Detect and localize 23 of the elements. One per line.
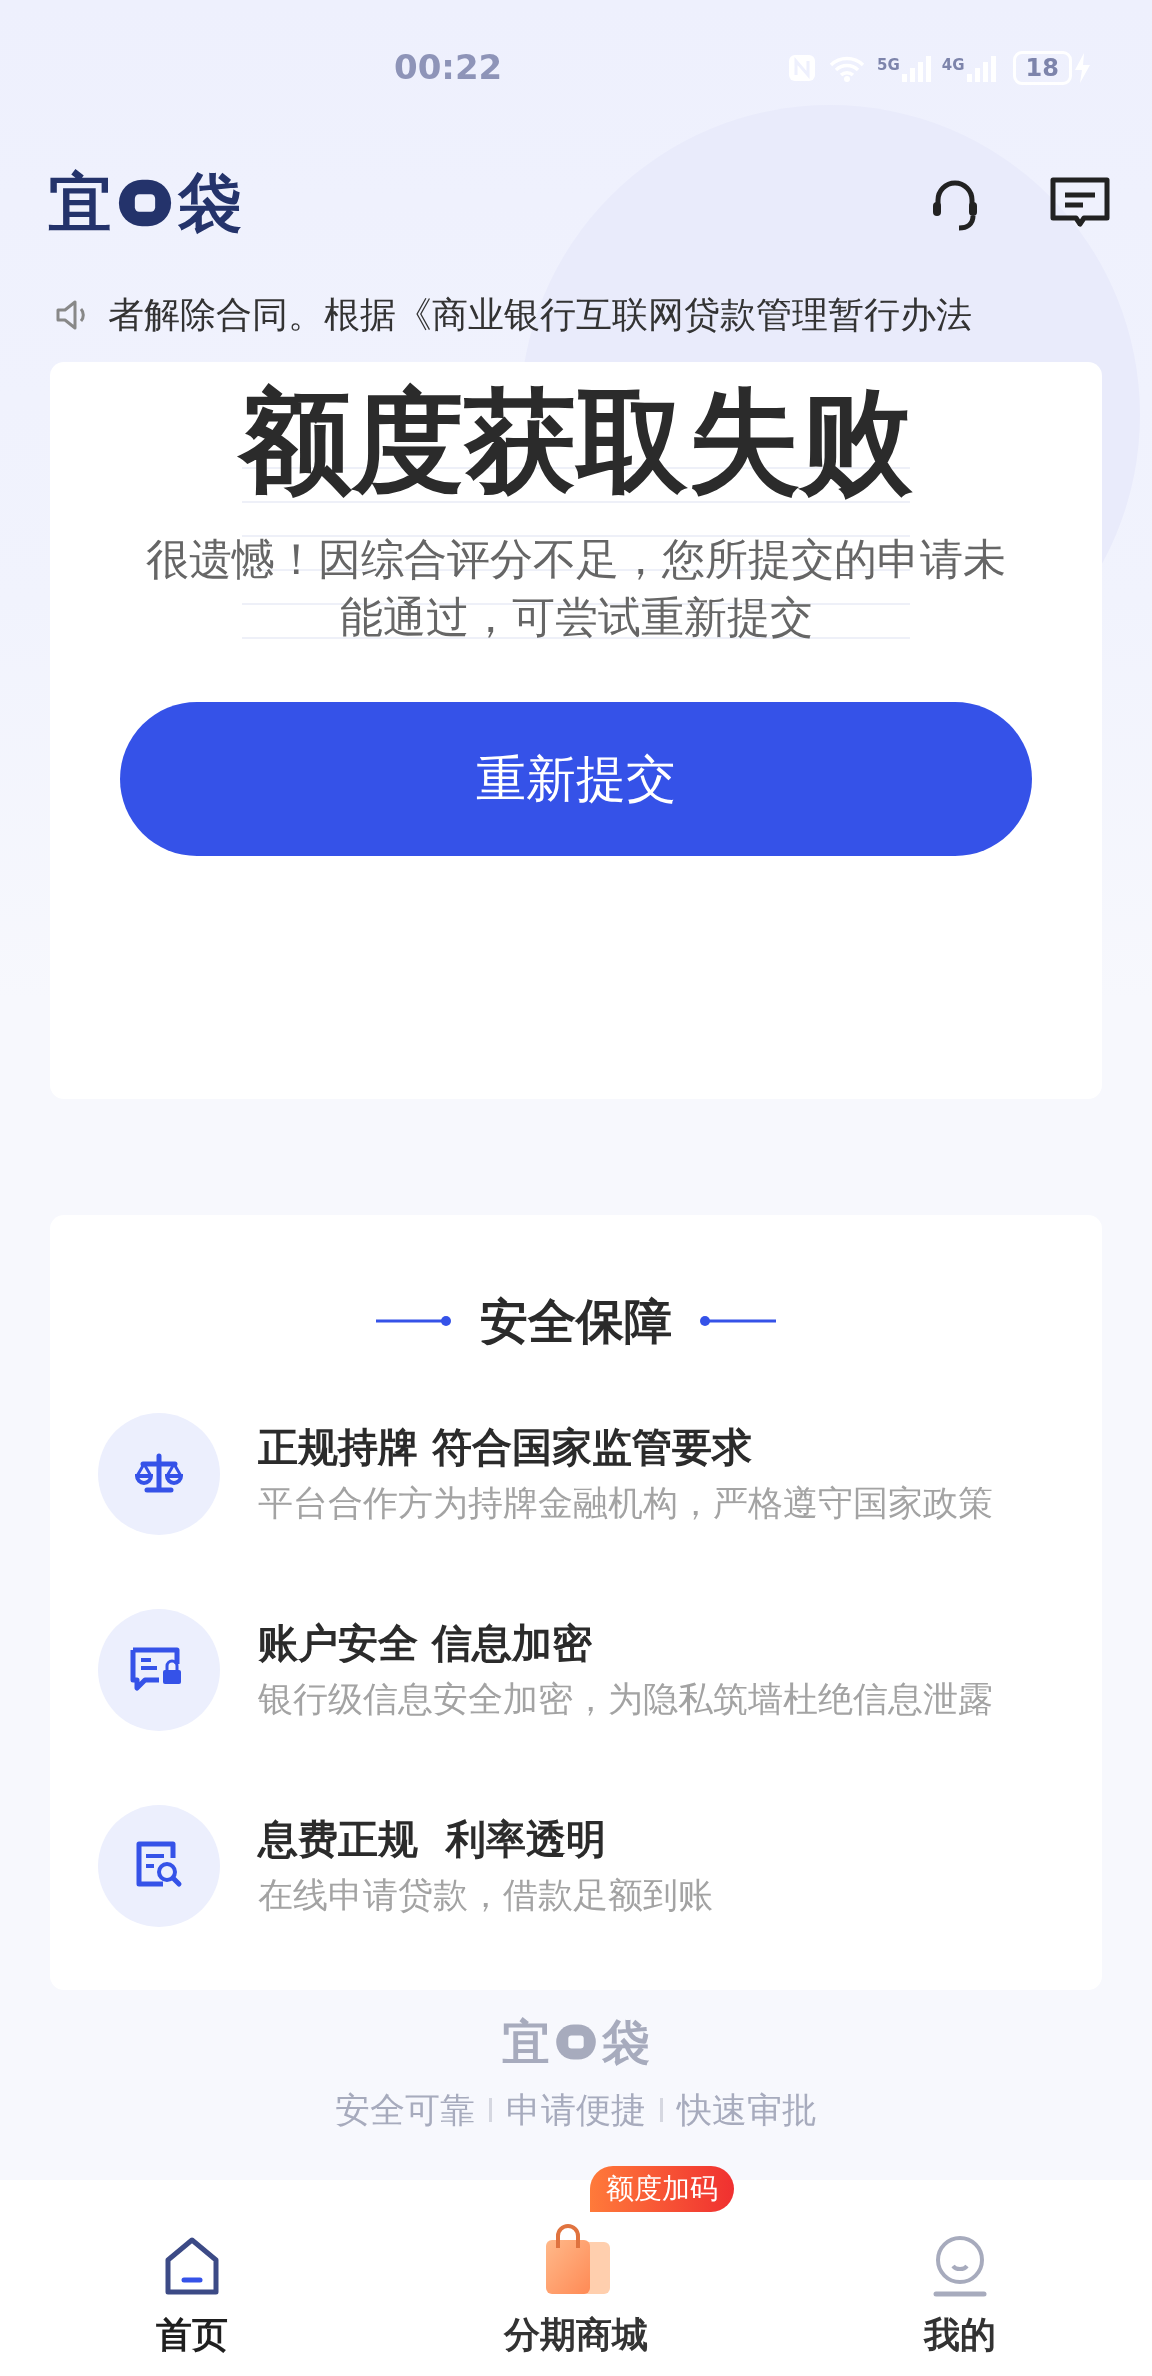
result-description: 很遗憾！因综合评分不足，您所提交的申请未能通过，可尝试重新提交 [145,533,1007,644]
app-logo: 宜 袋 [48,170,242,235]
footer-tag: 快速审批 [677,2084,817,2137]
notice-marquee: 者解除合同。根据《商业银行互联网贷款管理暂行办法 [108,293,972,337]
feature-subtitle: 平台合作方为持牌金融机构，严格遵守国家政策 [258,1482,993,1525]
feature-title: 账户安全 信息加密 [258,1619,593,1668]
feature-title: 息费正规 利率透明 [258,1815,607,1864]
footer-tag: 申请便捷 [506,2084,646,2137]
security-title: 安全保障 [480,1292,672,1351]
battery-icon: 18 [1012,50,1072,85]
resubmit-button[interactable]: 重新提交 [120,702,1032,856]
tab-item[interactable]: 我的 [768,2180,1152,2376]
feature-subtitle: 银行级信息安全加密，为隐私筑墙杜绝信息泄露 [258,1678,993,1721]
network-label: 4G [941,54,965,76]
result-title: 额度获取失败 [226,366,926,516]
footer-tag: 安全可靠 [335,2084,475,2137]
feature-subtitle: 在线申请贷款，借款足额到账 [258,1874,713,1917]
tab-item[interactable]: 首页 [0,2180,384,2376]
promo-badge: 额度加码 [590,2166,734,2212]
footer-logo: 宜 袋 [502,2018,650,2066]
status-time: 00:22 [394,46,503,89]
feature-title: 正规持牌 符合国家监管要求 [258,1423,753,1472]
network-label: 5G [877,54,900,76]
